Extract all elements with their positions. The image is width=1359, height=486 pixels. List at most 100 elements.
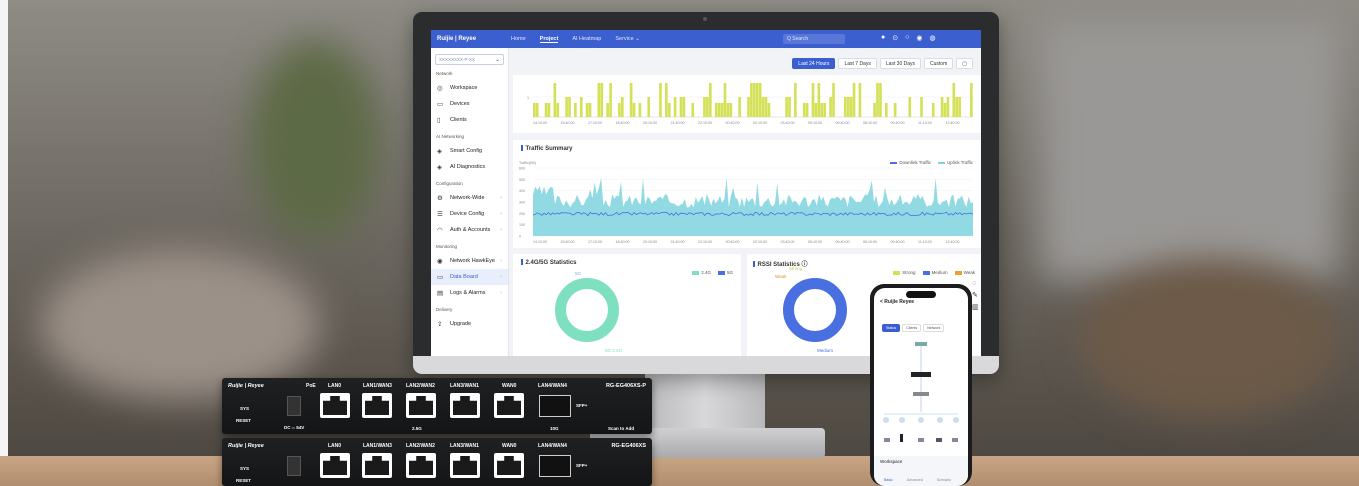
bar <box>544 103 548 117</box>
traffic-legend: Downlink Traffic Uplink Traffic <box>890 160 973 165</box>
bar <box>767 103 771 117</box>
phone-tab-basic[interactable]: Basic <box>884 478 893 482</box>
chat-icon[interactable]: ◌ <box>972 280 979 287</box>
dc-port <box>287 396 301 416</box>
bar <box>533 103 536 117</box>
bar <box>659 83 662 117</box>
legend-weak: Weak <box>954 270 975 275</box>
sidebar-item-workspace[interactable]: ◎ Workspace <box>431 80 508 96</box>
sidebar-item-device-config[interactable]: ☰ Device Config › <box>431 206 508 222</box>
device-icon: ▭ <box>437 101 444 108</box>
bar <box>817 83 821 117</box>
settings-icon[interactable]: ⊙ <box>892 34 898 42</box>
sidebar-item-clients[interactable]: ▯ Clients <box>431 112 508 128</box>
bar <box>647 97 651 117</box>
y-tick-label: 400 <box>519 189 525 193</box>
chevron-right-icon: › <box>500 211 502 217</box>
chevron-down-icon: ⌄ <box>494 57 500 63</box>
reset-label: RESET <box>236 478 252 483</box>
phone-tab-scenario[interactable]: Scenario <box>937 478 951 482</box>
workspace-icon: ◎ <box>437 85 443 92</box>
x-tick-label: 20:10:00 <box>643 121 657 125</box>
bar <box>714 103 718 117</box>
sidebar-item-data-board[interactable]: ▭ Data Board › <box>431 269 508 285</box>
avatar[interactable]: ◍ <box>929 34 935 42</box>
x-tick-label: 03:40:00 <box>781 121 795 125</box>
phone-tab-status[interactable]: Status <box>882 324 901 332</box>
bar <box>691 103 695 117</box>
filter-last-7-days[interactable]: Last 7 Days <box>838 58 877 69</box>
filter-last-30-days[interactable]: Last 30 Days <box>879 58 922 69</box>
sidebar-item-label: Network-Wide <box>450 195 485 201</box>
nav-ai-heatmap[interactable]: AI Heatmap <box>572 36 601 42</box>
bar <box>829 97 832 117</box>
sidebar-item-label: Clients <box>450 117 467 123</box>
bar <box>955 97 959 117</box>
bar <box>753 83 756 117</box>
legend-medium-label: Medium <box>931 270 948 275</box>
feedback-icon[interactable]: ✎ <box>972 291 979 299</box>
nav-service[interactable]: Service ⌄ <box>615 36 639 42</box>
phone-tab-advanced[interactable]: Advanced <box>907 478 923 482</box>
phone-bottom-bar: Workspace Basic Advanced Scenario <box>874 456 968 486</box>
rssi-legend: Strong Medium Weak <box>893 270 975 275</box>
bar <box>920 97 923 117</box>
sidebar-item-logs-alarms[interactable]: ▤ Logs & Alarms › <box>431 285 508 301</box>
sidebar-item-ai-diagnostics[interactable]: ◈ AI Diagnostics <box>431 159 508 175</box>
sfp-label: SFP+ <box>576 463 588 468</box>
sidebar-item-network-hawkeye[interactable]: ◉ Network HawkEye › <box>431 253 508 269</box>
bar <box>843 97 847 117</box>
swatch-5g <box>717 270 725 275</box>
wifi-icon: ◠ <box>437 227 443 234</box>
search-input[interactable]: Q Search <box>783 34 845 44</box>
bar <box>638 103 642 117</box>
sidebar-item-smart-config[interactable]: ◈ Smart Config <box>431 143 508 159</box>
x-tick-label: 15:40:00 <box>561 240 575 244</box>
bar <box>885 103 888 117</box>
downlink-swatch <box>890 162 898 164</box>
sidebar-item-label: AI Diagnostics <box>450 164 486 170</box>
message-icon[interactable]: ○ <box>905 34 909 42</box>
x-tick-label: 00:40:00 <box>726 240 740 244</box>
band-donut <box>555 278 619 342</box>
bar <box>726 103 730 117</box>
band-title: 2.4G/5G Statistics <box>521 259 577 266</box>
online-bar-chart: 1 14:10:00 15:40:00 17:10:00 18:40:00 20:10:0… <box>527 83 973 125</box>
y-tick-label: 100 <box>519 223 525 227</box>
phone-title[interactable]: < Ruijie Reyee <box>880 299 914 305</box>
phone-workspace[interactable]: Workspace <box>880 459 902 464</box>
ethernet-port <box>450 453 480 478</box>
port-label-lan1: LAN1/WAN3 <box>363 383 392 389</box>
rocket-icon[interactable]: ● <box>881 34 885 42</box>
sidebar-item-label: Smart Config <box>450 148 483 154</box>
phone-tab-clients[interactable]: Clients <box>902 324 922 332</box>
bar <box>893 103 897 117</box>
sidebar-item-devices[interactable]: ▭ Devices <box>431 96 508 112</box>
bar <box>600 83 604 117</box>
project-select[interactable]: XXXXXXXX-P-XX ⌄ <box>435 54 504 65</box>
filter-custom[interactable]: Custom <box>924 58 954 69</box>
bar <box>720 103 724 117</box>
phone-tab-network[interactable]: Network <box>923 324 945 332</box>
legend-strong: Strong <box>893 270 916 275</box>
bar <box>597 83 601 117</box>
bar <box>952 83 956 117</box>
camera <box>703 17 707 21</box>
speed-2-5g-label: 2.5G <box>412 426 422 431</box>
side-icons: ◌ ✎ ▥ <box>972 280 979 311</box>
smart-config-icon: ◈ <box>437 148 442 155</box>
bar <box>811 83 815 117</box>
bar <box>729 103 733 117</box>
globe-icon[interactable]: ◉ <box>916 34 922 42</box>
x-tick-label: 22:10:00 <box>698 240 712 244</box>
nav-home[interactable]: Home <box>511 36 526 42</box>
calendar-icon[interactable]: ▢ <box>956 58 973 69</box>
sidebar-item-upgrade[interactable]: ⇪ Upgrade <box>431 316 508 332</box>
ethernet-port <box>362 453 392 478</box>
trash-icon[interactable]: ▥ <box>972 303 979 311</box>
filter-last-24-hours[interactable]: Last 24 Hours <box>792 58 836 69</box>
sidebar-item-auth-accounts[interactable]: ◠ Auth & Accounts › <box>431 222 508 238</box>
bar <box>717 103 721 117</box>
sidebar-item-network-wide[interactable]: ⚙ Network-Wide › <box>431 190 508 206</box>
nav-project[interactable]: Project <box>539 36 559 43</box>
